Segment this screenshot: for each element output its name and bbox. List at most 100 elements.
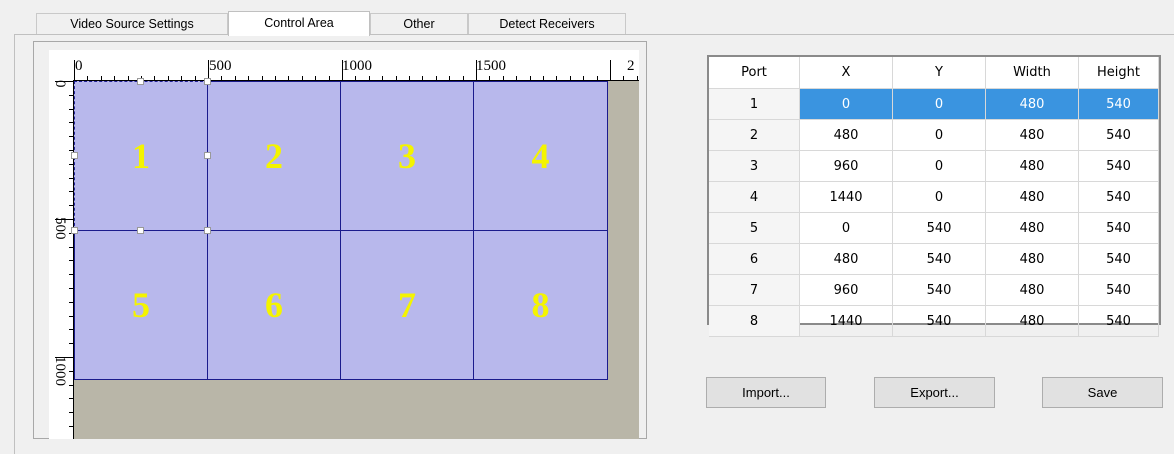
cell-width[interactable]: 480	[985, 181, 1079, 213]
tab-other[interactable]: Other	[370, 13, 468, 34]
cell-height[interactable]: 540	[1078, 181, 1159, 213]
table-row[interactable]: 3 960 0 480 540	[709, 150, 1159, 182]
table-row[interactable]: 6 480 540 480 540	[709, 243, 1159, 275]
screen-7[interactable]: 7	[340, 230, 474, 380]
column-header-width[interactable]: Width	[985, 57, 1079, 89]
cell-x[interactable]: 1440	[799, 305, 893, 337]
ruler-label-2000: 2	[627, 58, 635, 74]
port-grid[interactable]: Port X Y Width Height 1 0 0 480 540 2 48…	[709, 57, 1159, 337]
tab-video-source-settings[interactable]: Video Source Settings	[36, 13, 228, 34]
cell-x[interactable]: 1440	[799, 181, 893, 213]
ruler-label-1500: 1500	[476, 58, 506, 74]
cell-height[interactable]: 540	[1078, 243, 1159, 275]
cell-width[interactable]: 480	[985, 305, 1079, 337]
cell-y[interactable]: 540	[892, 212, 986, 244]
ruler-tick	[87, 76, 89, 80]
ruler-tick	[69, 398, 73, 400]
screen-5[interactable]: 5	[74, 230, 208, 380]
tab-detect-receivers[interactable]: Detect Receivers	[468, 13, 626, 34]
column-header-x[interactable]: X	[799, 57, 893, 89]
resize-handle-bottom-left[interactable]	[71, 227, 78, 234]
cell-x[interactable]: 480	[799, 119, 893, 151]
cell-port[interactable]: 3	[709, 150, 800, 182]
cell-y[interactable]: 0	[892, 181, 986, 213]
ruler-tick	[275, 76, 276, 80]
table-row[interactable]: 1 0 0 480 540	[709, 88, 1159, 120]
cell-height[interactable]: 540	[1078, 305, 1159, 337]
table-row[interactable]: 8 1440 540 480 540	[709, 305, 1159, 337]
cell-x[interactable]: 960	[799, 274, 893, 306]
table-row[interactable]: 2 480 0 480 540	[709, 119, 1159, 151]
cell-port[interactable]: 7	[709, 274, 800, 306]
tab-control-area[interactable]: Control Area	[228, 11, 370, 36]
cell-port[interactable]: 2	[709, 119, 800, 151]
resize-handle-bottom[interactable]	[137, 227, 144, 234]
cell-port[interactable]: 4	[709, 181, 800, 213]
save-button[interactable]: Save	[1042, 377, 1163, 408]
column-header-port[interactable]: Port	[709, 57, 800, 89]
cell-x[interactable]: 0	[799, 88, 893, 120]
cell-y[interactable]: 540	[892, 274, 986, 306]
screen-4[interactable]: 4	[473, 81, 608, 231]
cell-port[interactable]: 6	[709, 243, 800, 275]
resize-handle-top-right[interactable]	[204, 78, 211, 85]
ruler-tick	[69, 260, 73, 262]
resize-handle-left[interactable]	[71, 152, 78, 159]
cell-port[interactable]: 5	[709, 212, 800, 244]
ruler-tick	[69, 177, 73, 179]
cell-width[interactable]: 480	[985, 88, 1079, 120]
screen-8[interactable]: 8	[473, 230, 608, 380]
ruler-tick	[69, 426, 73, 427]
resize-handle-bottom-right[interactable]	[204, 227, 211, 234]
cell-x[interactable]: 960	[799, 150, 893, 182]
resize-handle-right[interactable]	[204, 152, 211, 159]
layout-canvas[interactable]: 0 500 1000 1500 2 0 500 1000 1 2 3 4 5 6…	[49, 50, 639, 439]
ruler-tick	[449, 76, 451, 80]
ruler-tick	[435, 76, 437, 80]
table-row[interactable]: 4 1440 0 480 540	[709, 181, 1159, 213]
cell-height[interactable]: 540	[1078, 212, 1159, 244]
screen-3[interactable]: 3	[340, 81, 474, 231]
column-header-y[interactable]: Y	[892, 57, 986, 89]
resize-handle-top[interactable]	[137, 78, 144, 85]
screen-1[interactable]: 1	[74, 81, 208, 231]
cell-port[interactable]: 1	[709, 88, 800, 120]
screen-2[interactable]: 2	[207, 81, 341, 231]
cell-x[interactable]: 480	[799, 243, 893, 275]
ruler-tick	[69, 150, 73, 151]
cell-y[interactable]: 540	[892, 243, 986, 275]
cell-width[interactable]: 480	[985, 150, 1079, 182]
ruler-tick	[69, 343, 73, 345]
ruler-tick	[342, 60, 343, 80]
cell-width[interactable]: 480	[985, 212, 1079, 244]
ruler-tick	[261, 76, 263, 80]
cell-height[interactable]: 540	[1078, 119, 1159, 151]
cell-height[interactable]: 540	[1078, 150, 1159, 182]
cell-height[interactable]: 540	[1078, 274, 1159, 306]
cell-x[interactable]: 0	[799, 212, 893, 244]
ruler-label-v1000: 1000	[52, 356, 68, 386]
ruler-tick	[583, 76, 585, 80]
ruler-tick	[636, 76, 638, 80]
cell-width[interactable]: 480	[985, 119, 1079, 151]
cell-y[interactable]: 0	[892, 119, 986, 151]
column-header-height[interactable]: Height	[1078, 57, 1159, 89]
cell-y[interactable]: 540	[892, 305, 986, 337]
cell-width[interactable]: 480	[985, 274, 1079, 306]
screen-6[interactable]: 6	[207, 230, 341, 380]
import-button[interactable]: Import...	[706, 377, 826, 408]
ruler-tick	[69, 163, 73, 165]
ruler-tick	[69, 384, 73, 386]
ruler-tick	[476, 60, 477, 80]
cell-width[interactable]: 480	[985, 243, 1079, 275]
cell-y[interactable]: 0	[892, 88, 986, 120]
ruler-tick	[395, 76, 397, 80]
ruler-label-0: 0	[75, 58, 83, 74]
cell-y[interactable]: 0	[892, 150, 986, 182]
port-table[interactable]: Port X Y Width Height 1 0 0 480 540 2 48…	[707, 55, 1161, 337]
table-row[interactable]: 7 960 540 480 540	[709, 274, 1159, 306]
export-button[interactable]: Export...	[874, 377, 995, 408]
cell-port[interactable]: 8	[709, 305, 800, 337]
table-row[interactable]: 5 0 540 480 540	[709, 212, 1159, 244]
cell-height[interactable]: 540	[1078, 88, 1159, 120]
